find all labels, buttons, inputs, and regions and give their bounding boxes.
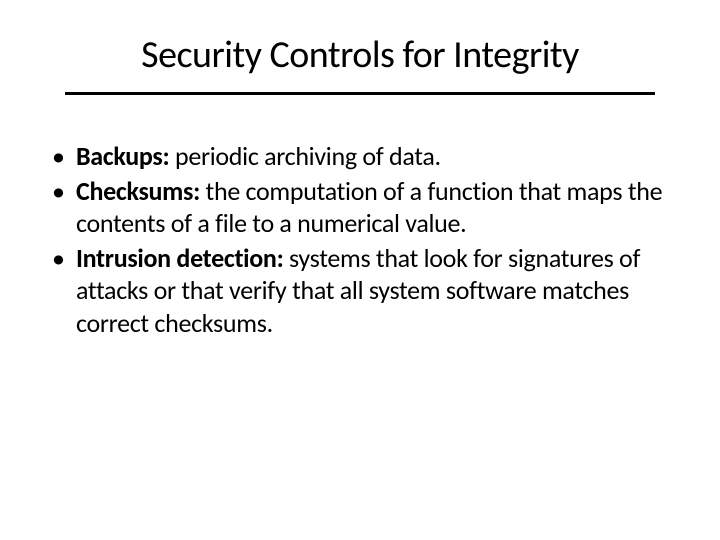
bullet-term: Backups: <box>76 140 169 172</box>
bullet-term: Intrusion detection: <box>76 242 283 274</box>
bullet-desc: periodic archiving of data. <box>169 140 440 172</box>
list-item: Backups: periodic archiving of data. <box>48 140 680 173</box>
bullet-term: Checksums: <box>76 175 200 207</box>
slide-title: Security Controls for Integrity <box>65 20 655 95</box>
bullet-list: Backups: periodic archiving of data. Che… <box>40 140 680 339</box>
list-item: Intrusion detection: systems that look f… <box>48 242 680 340</box>
list-item: Checksums: the computation of a function… <box>48 175 680 240</box>
